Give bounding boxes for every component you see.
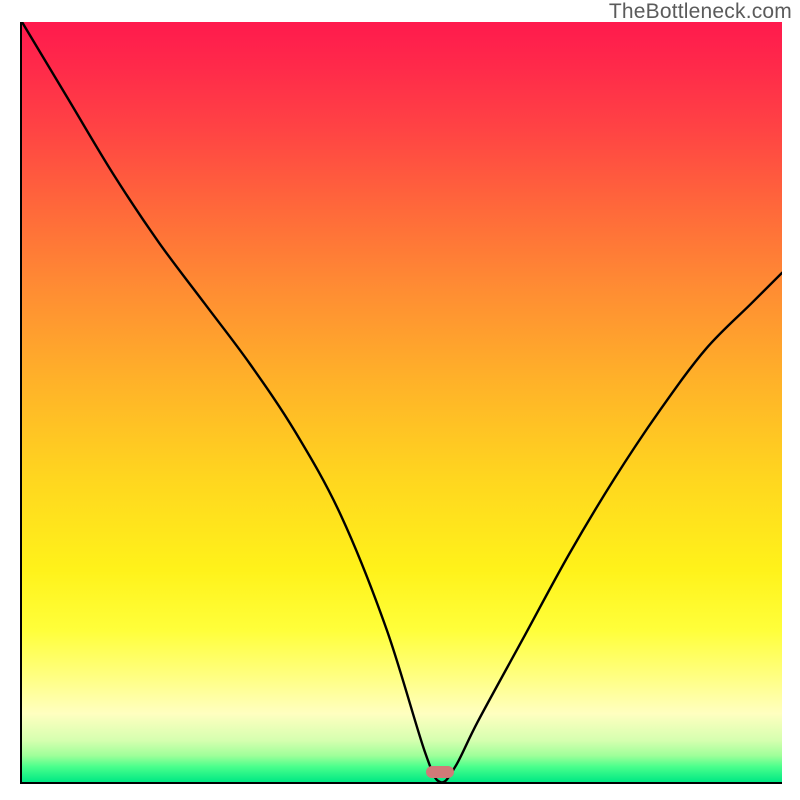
bottleneck-chart: TheBottleneck.com	[0, 0, 800, 800]
curve-svg	[22, 22, 782, 782]
minimum-marker	[426, 766, 454, 778]
bottleneck-curve-path	[22, 22, 782, 782]
plot-area	[20, 22, 782, 784]
watermark-text: TheBottleneck.com	[609, 0, 792, 24]
